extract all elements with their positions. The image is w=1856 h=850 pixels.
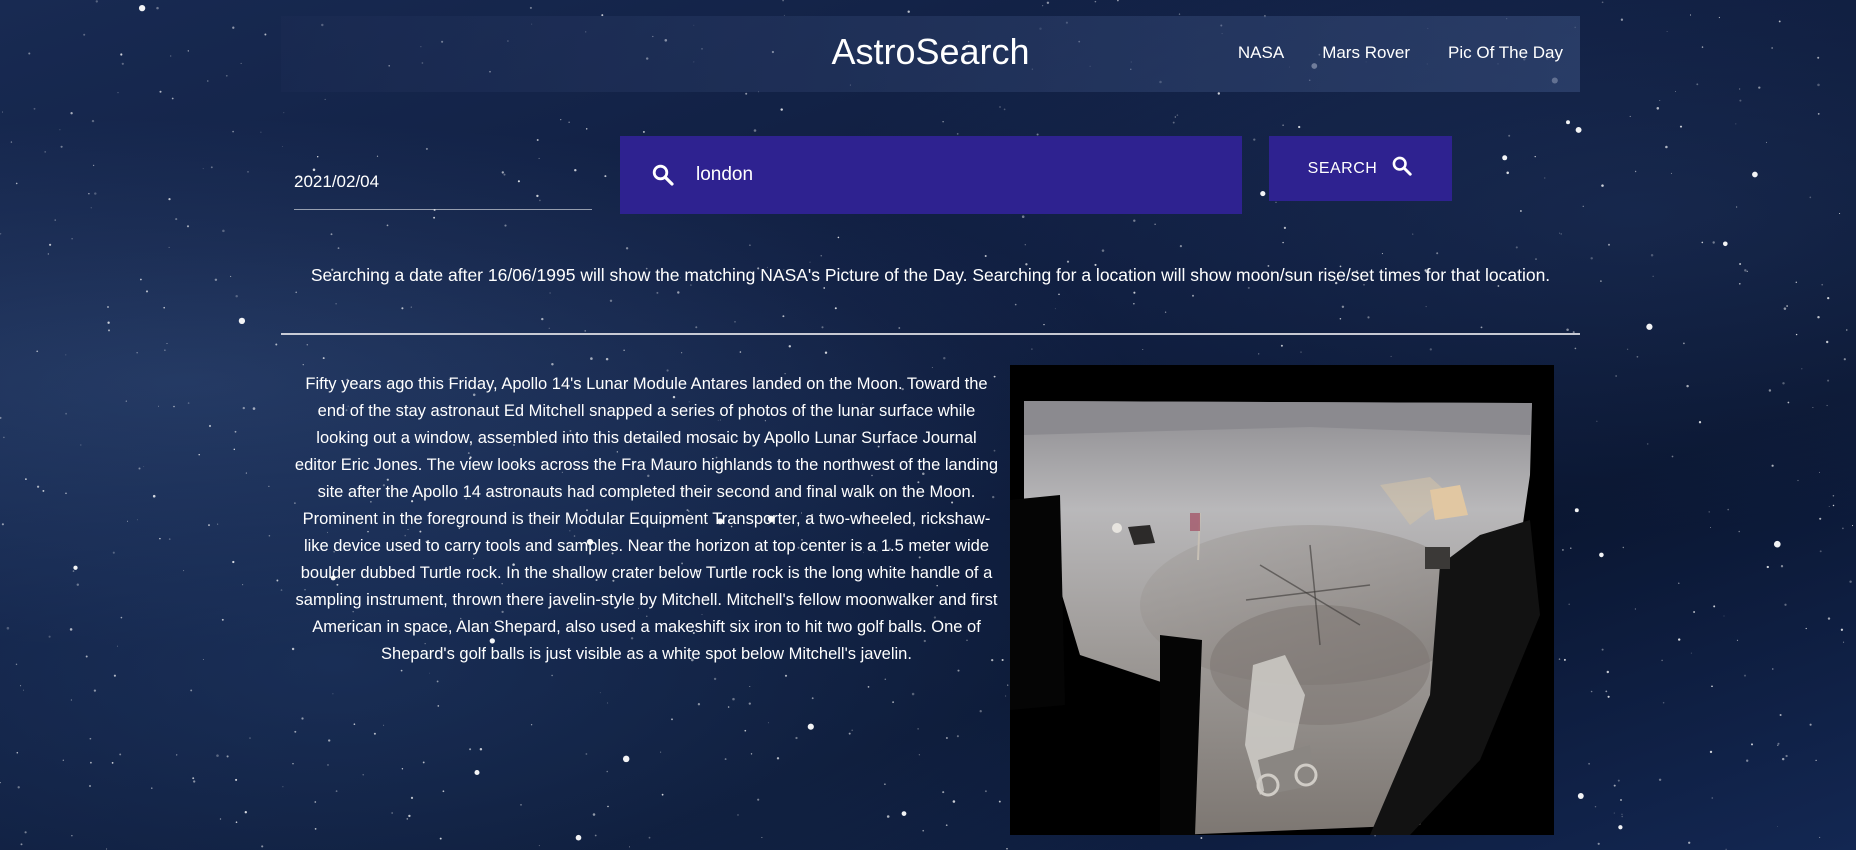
apod-image [1010, 365, 1554, 835]
nav-link-pic-of-the-day[interactable]: Pic Of The Day [1448, 43, 1563, 63]
search-help-text: Searching a date after 16/06/1995 will s… [310, 265, 1551, 285]
search-button-label: SEARCH [1307, 159, 1378, 177]
section-divider [281, 333, 1580, 335]
header-bar: AstroSearch NASA Mars Rover Pic Of The D… [281, 16, 1580, 92]
date-input[interactable] [294, 165, 592, 199]
nav-link-nasa[interactable]: NASA [1238, 43, 1284, 63]
main-nav: NASA Mars Rover Pic Of The Day [1238, 43, 1563, 63]
page: AstroSearch NASA Mars Rover Pic Of The D… [0, 0, 1856, 850]
nav-link-mars-rover[interactable]: Mars Rover [1322, 43, 1410, 63]
date-field [294, 165, 592, 210]
location-search-box [620, 136, 1242, 214]
location-search-input[interactable] [696, 155, 1242, 195]
search-icon [1391, 155, 1413, 182]
search-icon [651, 163, 675, 187]
apod-description: Fifty years ago this Friday, Apollo 14's… [294, 375, 999, 663]
search-button[interactable]: SEARCH [1269, 136, 1452, 201]
